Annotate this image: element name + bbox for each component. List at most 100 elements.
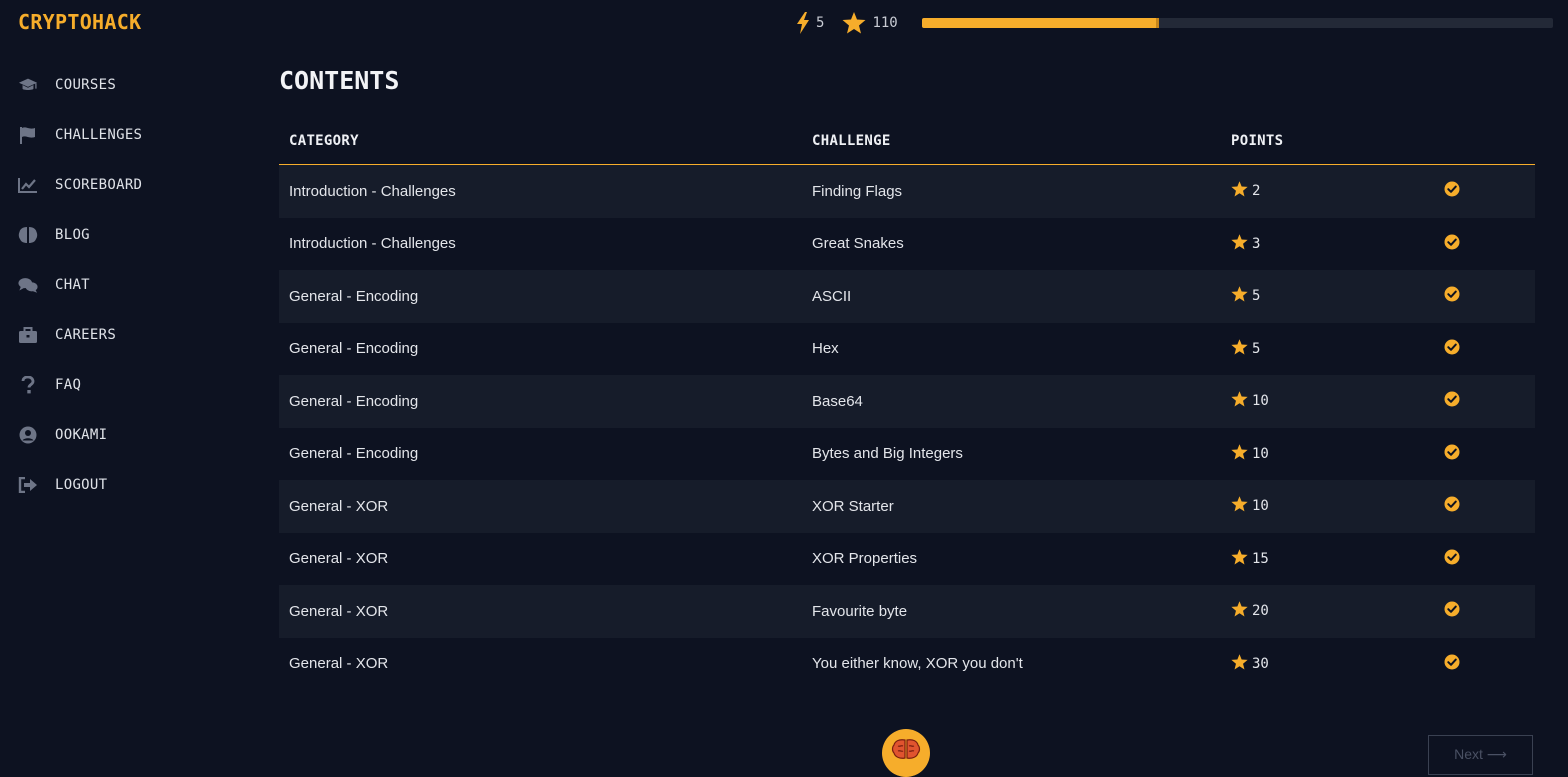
flag-icon	[18, 125, 38, 145]
column-header-points: POINTS	[1221, 118, 1427, 165]
challenge-cell[interactable]: ASCII	[802, 270, 1221, 323]
sidebar-item-logout[interactable]: LOGOUT	[0, 460, 240, 510]
points-cell: 30	[1221, 637, 1427, 690]
table-row[interactable]: Introduction - Challenges Great Snakes 3	[279, 217, 1535, 270]
table-header-row: CATEGORY CHALLENGE POINTS	[279, 118, 1535, 165]
sidebar-item-label: OOKAMI	[55, 427, 108, 443]
star-icon	[1231, 548, 1248, 569]
table-row[interactable]: General - XOR Favourite byte 20	[279, 585, 1535, 638]
check-circle-icon	[1444, 234, 1460, 254]
page-title: CONTENTS	[279, 66, 400, 95]
points-value: 10	[1252, 393, 1269, 410]
points-cell: 2	[1221, 164, 1427, 218]
sidebar-item-courses[interactable]: COURSES	[0, 60, 240, 110]
category-cell: General - Encoding	[279, 427, 802, 480]
status-cell	[1427, 322, 1535, 375]
status-cell	[1427, 532, 1535, 585]
category-cell: General - Encoding	[279, 375, 802, 428]
star-icon	[842, 12, 866, 34]
points-value: 10	[1252, 498, 1269, 515]
points-cell: 10	[1221, 480, 1427, 533]
sidebar-item-label: COURSES	[55, 77, 117, 93]
challenge-cell[interactable]: Favourite byte	[802, 585, 1221, 638]
challenge-cell[interactable]: Hex	[802, 322, 1221, 375]
column-header-category: CATEGORY	[279, 118, 802, 165]
star-icon	[1231, 338, 1248, 359]
streak-value: 5	[816, 15, 825, 31]
main-content: CONTENTS CATEGORY CHALLENGE POINTS Intro…	[279, 62, 1535, 690]
challenge-cell[interactable]: Finding Flags	[802, 164, 1221, 218]
table-row[interactable]: General - Encoding ASCII 5	[279, 270, 1535, 323]
star-icon	[1231, 601, 1248, 621]
table-row[interactable]: General - Encoding Base64 10	[279, 375, 1535, 428]
table-row[interactable]: General - XOR XOR Properties 15	[279, 532, 1535, 585]
sidebar-item-chat[interactable]: CHAT	[0, 260, 240, 310]
points-value: 5	[1252, 340, 1261, 357]
sidebar-item-ookami[interactable]: OOKAMI	[0, 410, 240, 460]
table-row[interactable]: Introduction - Challenges Finding Flags 2	[279, 164, 1535, 218]
challenge-cell[interactable]: Bytes and Big Integers	[802, 427, 1221, 480]
points-value: 10	[1252, 445, 1269, 462]
category-cell: General - Encoding	[279, 322, 802, 375]
star-icon	[1231, 653, 1248, 674]
challenges-table: CATEGORY CHALLENGE POINTS Introduction -…	[279, 118, 1535, 690]
points-cell: 10	[1221, 375, 1427, 428]
category-cell: Introduction - Challenges	[279, 217, 802, 270]
challenge-cell[interactable]: XOR Properties	[802, 532, 1221, 585]
sidebar-item-faq[interactable]: FAQ	[0, 360, 240, 410]
sidebar-item-challenges[interactable]: CHALLENGES	[0, 110, 240, 160]
points-cell: 5	[1221, 322, 1427, 375]
check-circle-icon	[1444, 549, 1460, 569]
logo[interactable]: CRYPTOHACK	[18, 10, 141, 34]
points-stat: 110	[842, 12, 898, 34]
points-value: 110	[872, 15, 898, 31]
sign-out-icon	[18, 475, 38, 495]
check-circle-icon	[1444, 601, 1460, 621]
table-row[interactable]: General - Encoding Bytes and Big Integers…	[279, 427, 1535, 480]
progress-fill	[922, 18, 1159, 28]
sidebar-item-label: CAREERS	[55, 327, 117, 343]
check-circle-icon	[1444, 654, 1460, 674]
column-header-challenge: CHALLENGE	[802, 118, 1221, 165]
table-row[interactable]: General - XOR XOR Starter 10	[279, 480, 1535, 533]
streak-stat: 5	[796, 12, 824, 34]
status-cell	[1427, 164, 1535, 218]
points-cell: 15	[1221, 532, 1427, 585]
points-cell: 3	[1221, 217, 1427, 270]
category-cell: General - XOR	[279, 637, 802, 690]
next-button[interactable]: Next ⟶	[1428, 735, 1533, 775]
challenge-cell[interactable]: You either know, XOR you don't	[802, 637, 1221, 690]
status-cell	[1427, 480, 1535, 533]
category-cell: General - Encoding	[279, 270, 802, 323]
table-row[interactable]: General - XOR You either know, XOR you do…	[279, 637, 1535, 690]
challenge-cell[interactable]: XOR Starter	[802, 480, 1221, 533]
star-icon	[1231, 286, 1248, 306]
star-icon	[1231, 181, 1248, 201]
points-value: 2	[1252, 183, 1261, 200]
sidebar-item-label: CHAT	[55, 277, 90, 293]
status-cell	[1427, 637, 1535, 690]
star-icon	[1231, 443, 1248, 464]
check-circle-icon	[1444, 444, 1460, 464]
user-circle-icon	[18, 425, 38, 445]
brain-badge[interactable]	[882, 729, 930, 777]
points-value: 5	[1252, 288, 1261, 305]
sidebar-item-scoreboard[interactable]: SCOREBOARD	[0, 160, 240, 210]
table-row[interactable]: General - Encoding Hex 5	[279, 322, 1535, 375]
sidebar-item-careers[interactable]: CAREERS	[0, 310, 240, 360]
sidebar-item-label: CHALLENGES	[55, 127, 143, 143]
points-value: 15	[1252, 550, 1269, 567]
sidebar-item-label: FAQ	[55, 377, 82, 393]
chat-bubbles-icon	[18, 275, 38, 295]
sidebar-item-label: SCOREBOARD	[55, 177, 143, 193]
challenge-cell[interactable]: Base64	[802, 375, 1221, 428]
sidebar-item-label: BLOG	[55, 227, 90, 243]
category-cell: General - XOR	[279, 585, 802, 638]
sidebar-item-blog[interactable]: BLOG	[0, 210, 240, 260]
challenge-cell[interactable]: Great Snakes	[802, 217, 1221, 270]
star-icon	[1231, 496, 1248, 516]
star-icon	[1231, 233, 1248, 254]
column-header-status	[1427, 118, 1535, 165]
star-icon	[1231, 391, 1248, 411]
points-cell: 5	[1221, 270, 1427, 323]
